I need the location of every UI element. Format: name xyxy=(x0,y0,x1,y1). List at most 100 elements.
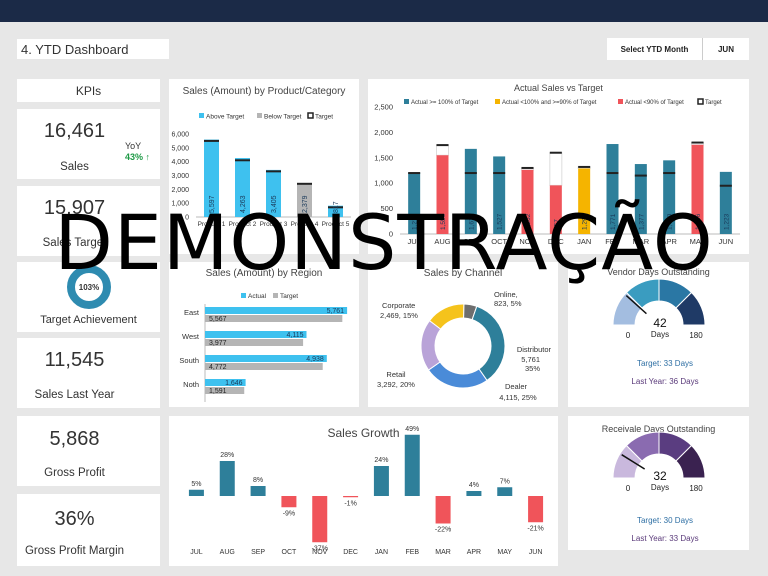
region-label: East xyxy=(184,308,200,317)
kpi-gross-profit: 5,868 Gross Profit xyxy=(17,416,160,486)
growth-value-label: -22% xyxy=(435,527,451,534)
x-tick-label: JUN xyxy=(529,549,543,556)
gauge-target: Target: 30 Days xyxy=(637,516,693,525)
channel-chart-panel: Sales by Channel Online, 823, 5% Distribut… xyxy=(368,262,558,407)
monthly-chart-panel: Actual Sales vs Target Actual >= 100% of… xyxy=(368,79,749,254)
growth-bar xyxy=(528,496,544,523)
x-tick-label: MAR xyxy=(435,549,451,556)
y-tick-label: 1,000 xyxy=(374,179,393,188)
growth-bar xyxy=(466,491,482,496)
monthly-value-label: 957 xyxy=(553,219,560,230)
growth-bar xyxy=(497,487,513,496)
x-tick-label: NOV xyxy=(312,549,328,556)
growth-bar xyxy=(312,496,328,543)
achievement-value: 103% xyxy=(79,283,99,292)
channel-sub-label: 3,292, 20% xyxy=(377,380,415,389)
kpi-achievement-label: Target Achievement xyxy=(40,314,137,326)
month-selector-label: Select YTD Month xyxy=(607,38,703,60)
channel-chart: Online,823, 5% Distributor5,76135% Dealer 4… xyxy=(377,290,551,402)
product-value-label: 4,263 xyxy=(240,195,247,213)
x-tick-label: SEP xyxy=(251,549,265,556)
kpi-gross-profit-label: Gross Profit xyxy=(44,467,105,479)
y-tick-label: 2,000 xyxy=(374,128,393,137)
monthly-gap-outline xyxy=(436,144,449,156)
region-actual-label: 1,646 xyxy=(225,380,243,387)
legend-label: Above Target xyxy=(206,114,244,121)
x-tick-label: FEB xyxy=(405,549,419,556)
channel-label: Dealer xyxy=(505,382,528,391)
receivable-gauge: 32Days 0 180 Target: 30 Days Last Year: 33 D… xyxy=(612,431,706,543)
x-tick-label: Product 4 xyxy=(291,221,319,228)
region-target-label: 4,772 xyxy=(209,364,227,371)
legend-swatch xyxy=(697,98,704,105)
x-tick-label: DEC xyxy=(343,549,358,556)
y-tick-label: 1,000 xyxy=(171,201,189,208)
y-tick-label: 1,500 xyxy=(374,153,393,162)
legend-label: Below Target xyxy=(264,114,302,121)
product-chart-panel: Sales (Amount) by Product/Category Above… xyxy=(169,79,359,254)
x-tick-label: JAN xyxy=(375,549,388,556)
channel-slice xyxy=(427,361,488,389)
kpi-gross-profit-margin: 36% Gross Profit Margin xyxy=(17,494,160,566)
receivable-gauge-panel: Receivale Days Outstanding 32 Days 0 180 Tar… xyxy=(568,416,749,550)
kpi-sales: 16,461 YoY 43% ↑ Sales xyxy=(17,109,160,179)
kpi-yoy-label: YoY xyxy=(125,141,142,151)
y-tick-label: 6,000 xyxy=(171,132,189,139)
channel-slice xyxy=(420,319,442,371)
channel-label: Retail xyxy=(386,370,406,379)
monthly-value-label: 1,262 xyxy=(525,213,532,230)
monthly-value-label: 1,223 xyxy=(723,213,730,230)
x-tick-label: JAN xyxy=(577,237,591,246)
x-tick-label: JUN xyxy=(719,237,734,246)
legend-label: Target xyxy=(315,114,333,121)
gauge-min-label: 0 xyxy=(626,331,631,340)
arrow-up-icon: ↑ xyxy=(145,152,151,162)
monthly-value-label: 1,210 xyxy=(412,213,419,230)
kpi-sales-last-year-value: 11,545 xyxy=(44,349,105,371)
legend-label: Actual <100% and >=90% of Target xyxy=(502,100,597,106)
x-tick-label: Product 1 xyxy=(198,221,226,228)
growth-chart-panel: Sales Growth 5% JUL 28% AUG 8% SEP -9% OCT -37% N… xyxy=(169,416,558,566)
region-actual-label: 4,115 xyxy=(287,332,304,339)
kpi-gpm-value: 36% xyxy=(54,508,95,530)
growth-bar xyxy=(404,434,420,496)
growth-value-label: 7% xyxy=(500,478,510,485)
monthly-value-label: 1,550 xyxy=(440,213,447,230)
channel-label: Corporate xyxy=(382,301,415,310)
legend-label: Target xyxy=(705,100,722,106)
growth-value-label: 49% xyxy=(405,426,419,433)
channel-sub-label: 4,115, 25% xyxy=(499,393,537,402)
month-selector-value[interactable]: JUN xyxy=(703,38,749,60)
x-tick-label: OCT xyxy=(282,549,298,556)
gauge-unit: Days xyxy=(651,483,669,492)
region-target-label: 5,567 xyxy=(209,316,227,323)
payable-gauge-panel: Vendor Days Outstanding 42 Days 0 180 Target… xyxy=(568,262,749,407)
legend-swatch xyxy=(273,293,278,298)
region-label: Noth xyxy=(183,380,199,389)
channel-label: Online, xyxy=(494,290,518,299)
channel-sub-label: 5,761 xyxy=(521,355,540,364)
gauge-value: 32 xyxy=(653,469,667,483)
region-chart: Actual Target East 5,761 5,567 West 4,115 3,977… xyxy=(179,293,348,402)
channel-sub-label: 35% xyxy=(525,364,540,373)
growth-chart: 5%JUL28%AUG8%SEP-9%OCT-37%NOV-1%DEC24%JA… xyxy=(188,426,544,556)
monthly-value-label: 1,771 xyxy=(610,213,617,230)
growth-bar xyxy=(343,496,359,498)
y-tick-label: 0 xyxy=(185,215,189,222)
growth-value-label: 24% xyxy=(374,457,388,464)
kpi-sales-last-year-label: Sales Last Year xyxy=(34,389,115,401)
y-tick-label: 3,000 xyxy=(171,173,189,180)
region-actual-label: 4,938 xyxy=(306,356,324,363)
month-selector[interactable]: Select YTD Month JUN xyxy=(607,38,749,60)
x-tick-label: MAY xyxy=(497,549,512,556)
growth-bar xyxy=(188,489,204,496)
growth-value-label: -9% xyxy=(283,510,295,517)
kpi-sales-target-value: 15,907 xyxy=(43,197,106,219)
region-target-label: 1,591 xyxy=(209,388,227,395)
growth-value-label: 28% xyxy=(220,452,234,459)
x-tick-label: SEP xyxy=(463,237,478,246)
growth-bar xyxy=(281,496,297,508)
legend-swatch xyxy=(495,99,500,104)
channel-slice xyxy=(471,305,506,382)
kpi-achievement: 103% Target Achievement xyxy=(17,262,160,332)
